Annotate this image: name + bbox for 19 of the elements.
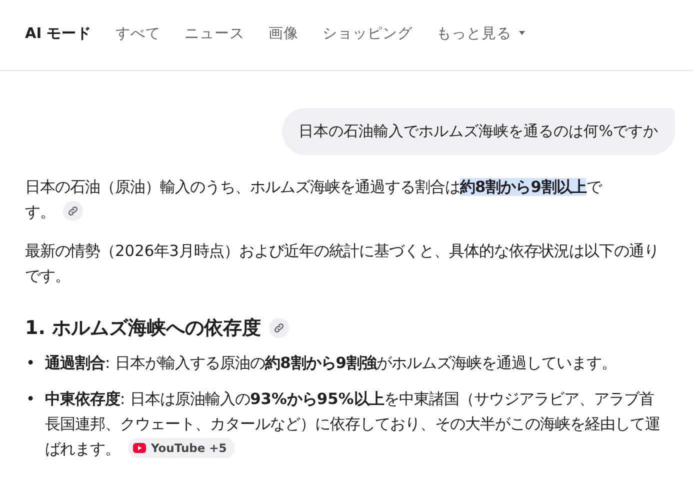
query-bubble: 日本の石油輸入でホルムズ海峡を通るのは何%ですか <box>282 108 675 155</box>
link-icon[interactable] <box>63 200 83 221</box>
nav-tab[interactable]: 画像 <box>268 18 299 48</box>
nav-tab[interactable]: もっと見る <box>436 18 525 48</box>
bullet-text: 中東依存度: 日本は原油輸入の93%から95%以上を中東諸国（サウジアラビア、アラブ首長国連邦、クウェート、カタールなど）に依存しており、その大半がこの海峡を経由して運ばれます。 YouTube +5 <box>45 389 661 460</box>
nav-tab[interactable]: ショッピング <box>322 18 413 48</box>
bullet-marker: • <box>26 389 36 410</box>
nav-tab[interactable]: すべて <box>116 18 161 48</box>
nav-tab[interactable]: AI モード <box>25 18 92 48</box>
bullet-marker: • <box>26 353 36 374</box>
bullet-text: 通過割合: 日本が輸入する原油の約8割から9割強がホルムズ海峡を通過しています。 <box>45 353 618 374</box>
play-icon <box>133 442 146 453</box>
answer-paragraph: 最新の情勢（2026年3月時点）および近年の統計に基づくと、具体的な依存状況は以下の通りです。 <box>25 241 660 287</box>
section-heading: 1. ホルムズ海峡への依存度 <box>25 316 262 341</box>
source-chip[interactable]: YouTube +5 <box>128 438 235 458</box>
caret-icon <box>518 31 525 35</box>
answer-paragraph: 日本の石油（原油）輸入のうち、ホルムズ海峡を通過する割合は約8割から9割以上です。 <box>25 177 603 223</box>
link-icon[interactable] <box>269 318 290 338</box>
nav-tab[interactable]: ニュース <box>184 18 245 48</box>
